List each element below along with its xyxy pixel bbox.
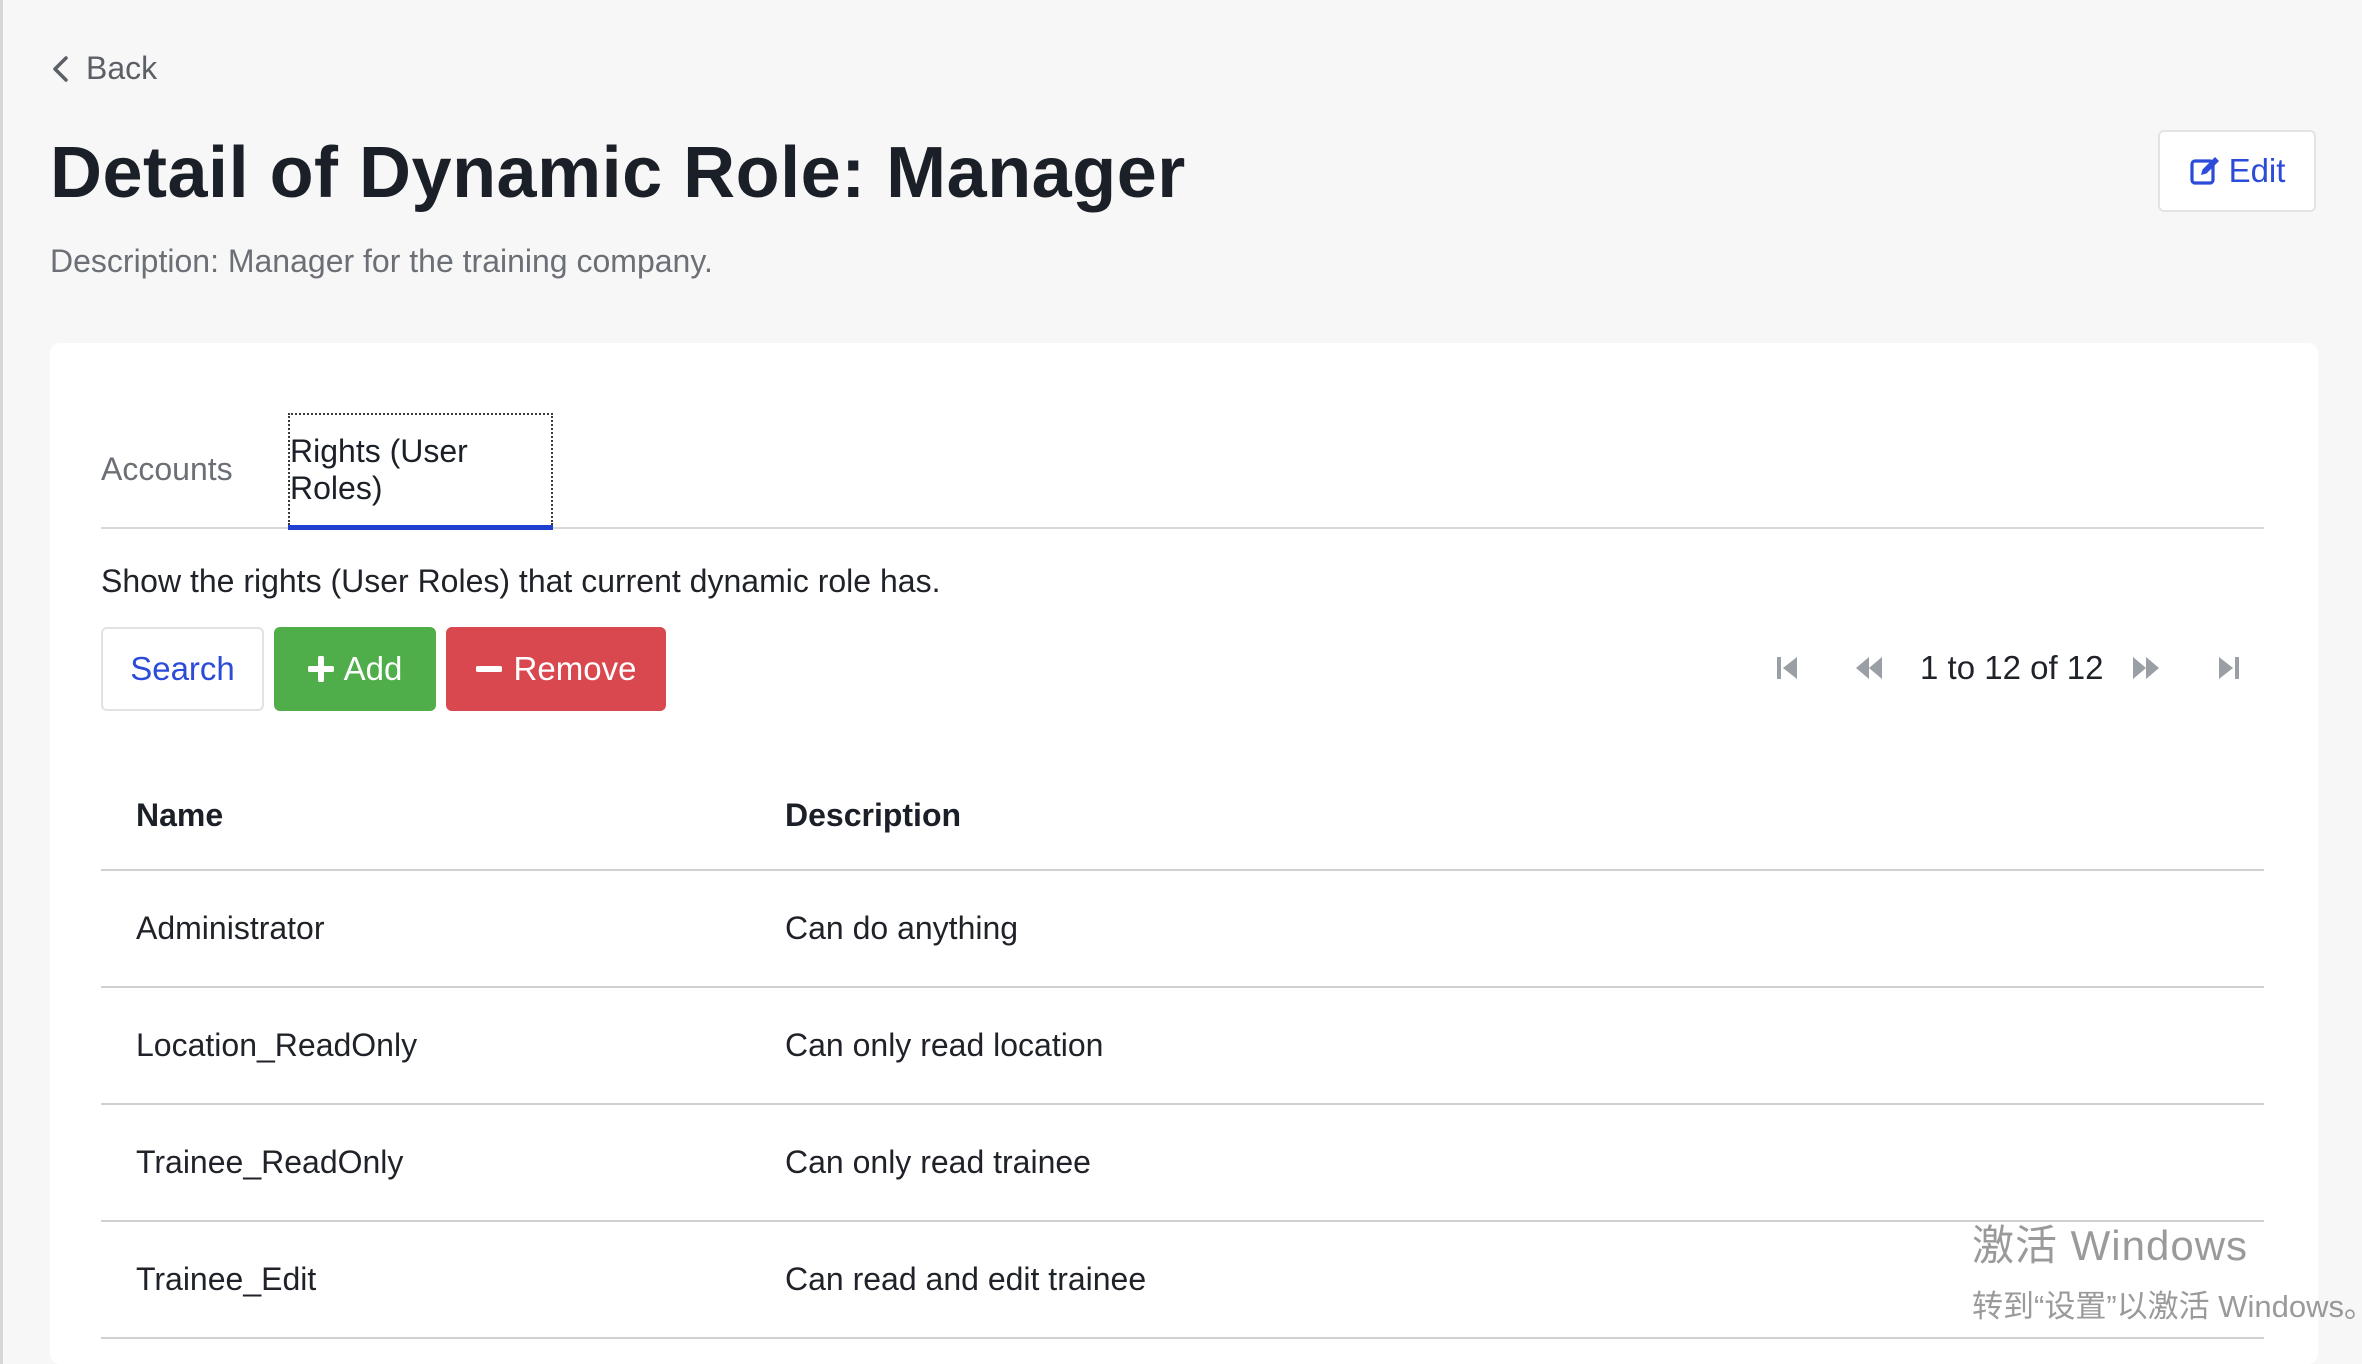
last-page-icon <box>2219 657 2239 679</box>
content-card: Accounts Rights (User Roles) Show the ri… <box>50 343 2318 1364</box>
cell-name: Trainee_ReadOnly <box>136 1144 404 1180</box>
edit-label: Edit <box>2228 152 2286 189</box>
pagination-summary: 1 to 12 of 12 <box>1920 649 2104 686</box>
previous-page-icon <box>1856 657 1882 679</box>
plus-icon <box>307 656 334 682</box>
cell-description: Can read and edit trainee <box>785 1261 1147 1297</box>
cell-description: Can only read location <box>785 1027 1104 1063</box>
first-page-icon <box>1777 657 1797 679</box>
edit-button[interactable]: Edit <box>2158 130 2316 212</box>
page-description: Description: Manager for the training co… <box>50 243 713 279</box>
search-button[interactable]: Search <box>101 627 264 711</box>
cell-name: Administrator <box>136 910 325 946</box>
table-row[interactable]: Trainee_Edit Can read and edit trainee <box>101 1222 2264 1339</box>
cell-description: Can only read trainee <box>785 1144 1091 1180</box>
active-tab-indicator <box>288 525 553 530</box>
cell-name: Trainee_Edit <box>136 1261 317 1297</box>
section-description: Show the rights (User Roles) that curren… <box>101 563 941 599</box>
tab-accounts[interactable]: Accounts <box>101 413 233 525</box>
cell-description: Can do anything <box>785 910 1019 946</box>
tab-rights-user-roles[interactable]: Rights (User Roles) <box>288 413 553 525</box>
chevron-left-icon <box>53 55 68 82</box>
table-row[interactable]: Trainee_ReadOnly Can only read trainee <box>101 1105 2264 1222</box>
minus-icon <box>475 666 502 672</box>
first-page-button[interactable] <box>1767 633 1807 703</box>
tab-bar: Accounts Rights (User Roles) <box>101 413 2264 530</box>
table-row[interactable]: Location_ReadOnly Can only read location <box>101 988 2264 1105</box>
column-header-name[interactable]: Name <box>136 761 223 869</box>
add-label: Add <box>343 650 403 687</box>
table-header: Name Description <box>101 761 2264 871</box>
cell-name: Location_ReadOnly <box>136 1027 418 1063</box>
remove-button[interactable]: Remove <box>446 627 666 711</box>
next-page-button[interactable] <box>2126 633 2166 703</box>
edit-icon <box>2189 157 2219 185</box>
add-button[interactable]: Add <box>274 627 436 711</box>
previous-page-button[interactable] <box>1849 633 1889 703</box>
rights-table: Name Description Administrator Can do an… <box>101 761 2264 1339</box>
remove-label: Remove <box>513 650 637 687</box>
last-page-button[interactable] <box>2209 633 2249 703</box>
back-link[interactable]: Back <box>50 50 157 87</box>
table-row[interactable]: Administrator Can do anything <box>101 871 2264 988</box>
page-title: Detail of Dynamic Role: Manager <box>50 133 1186 213</box>
search-label: Search <box>130 650 235 687</box>
back-label: Back <box>86 50 158 86</box>
window-edge <box>0 0 3 1364</box>
column-header-description[interactable]: Description <box>785 761 961 869</box>
next-page-icon <box>2133 657 2159 679</box>
